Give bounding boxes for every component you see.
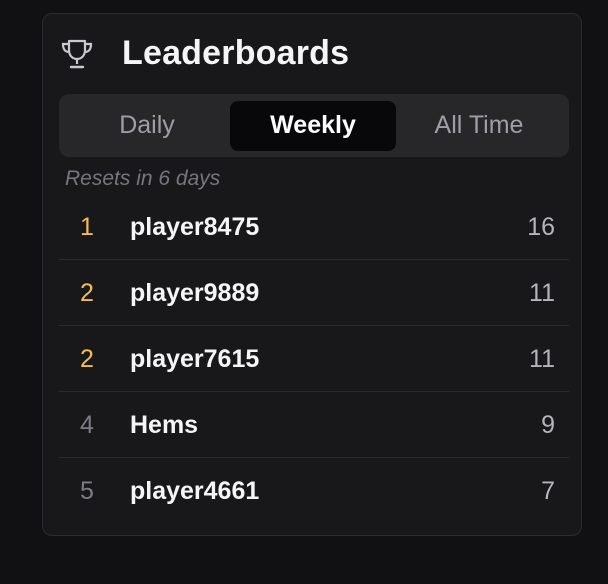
rank-number: 1 [80,213,94,241]
leaderboard-row: 5 player4661 7 [59,458,569,524]
tab-all-time[interactable]: All Time [396,101,562,151]
reset-note: Resets in 6 days [65,167,221,190]
leaderboard-row: 4 Hems 9 [59,392,569,458]
player-score: 9 [541,411,555,439]
player-score: 11 [529,345,555,373]
player-name: player9889 [130,279,260,307]
panel-header: Leaderboards [43,14,581,94]
rank-number: 4 [80,411,94,439]
leaderboard-row: 1 player8475 16 [59,194,569,260]
rank-number: 2 [80,345,94,373]
leaderboard-panel: Leaderboards Daily Weekly All Time Reset… [42,13,582,536]
leaderboard-list: 1 player8475 16 2 player9889 11 2 player… [59,194,569,524]
rank-number: 5 [80,477,94,505]
leaderboard-row: 2 player7615 11 [59,326,569,392]
player-name: player7615 [130,345,260,373]
player-score: 11 [529,279,555,307]
player-name: Hems [130,411,199,439]
player-score: 16 [527,213,555,241]
trophy-icon [61,39,93,69]
period-tabs: Daily Weekly All Time [59,94,569,157]
leaderboard-row: 2 player9889 11 [59,260,569,326]
tab-daily[interactable]: Daily [64,101,230,151]
rank-number: 2 [80,279,94,307]
player-name: player8475 [130,213,260,241]
tab-weekly[interactable]: Weekly [230,100,396,151]
page-title: Leaderboards [122,34,350,72]
player-score: 7 [541,477,555,505]
player-name: player4661 [130,477,260,505]
